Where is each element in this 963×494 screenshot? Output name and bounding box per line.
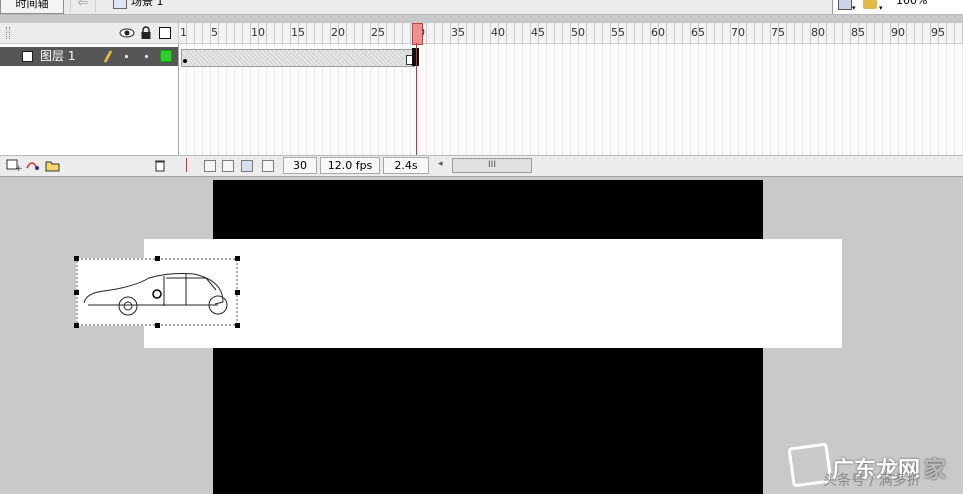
ruler-tick: 50 — [571, 26, 585, 39]
ruler-tick: 10 — [251, 26, 265, 39]
layer-type-icon — [22, 51, 33, 62]
edit-scene-dropdown-icon[interactable]: ▾ — [852, 4, 856, 12]
ruler-tick: 65 — [691, 26, 705, 39]
zoom-field[interactable]: 100% — [896, 0, 927, 8]
svg-text:+: + — [15, 164, 22, 172]
frame-span[interactable] — [181, 49, 415, 67]
ruler-tick: 40 — [491, 26, 505, 39]
onion-skin-icon[interactable] — [204, 160, 216, 172]
ruler-tick: 80 — [811, 26, 825, 39]
ruler-tick: 1 — [180, 26, 187, 39]
edit-symbol-icon[interactable] — [863, 0, 877, 9]
scene-icon — [113, 0, 127, 9]
selection-handle[interactable] — [74, 323, 79, 328]
edit-scene-icon[interactable] — [838, 0, 852, 10]
selection-handle[interactable] — [235, 290, 240, 295]
playhead[interactable] — [412, 23, 423, 45]
current-frame-field: 30 — [283, 157, 317, 174]
ruler-tick: 25 — [371, 26, 385, 39]
scroll-left-icon[interactable]: ◂ — [438, 159, 443, 169]
white-rectangle-shape[interactable] — [144, 239, 842, 348]
frame-rate-field[interactable]: 12.0 fps — [320, 157, 380, 174]
ruler-tick: 85 — [851, 26, 865, 39]
center-frame-icon[interactable] — [186, 158, 195, 172]
onion-skin-outlines-icon[interactable] — [222, 160, 234, 172]
ruler-tick: 55 — [611, 26, 625, 39]
pencil-icon — [103, 50, 113, 63]
outline-icon[interactable] — [159, 27, 171, 39]
add-layer-icon[interactable]: + — [6, 158, 22, 172]
keyframe-dot[interactable] — [183, 59, 187, 63]
elapsed-time-field: 2.4s — [383, 157, 429, 174]
selection-handle[interactable] — [74, 256, 79, 261]
ruler-tick: 90 — [891, 26, 905, 39]
ruler-tick: 45 — [531, 26, 545, 39]
horizontal-scrollbar-thumb[interactable]: III — [452, 158, 532, 173]
layer-name[interactable]: 图层 1 — [40, 48, 75, 64]
edit-multiple-frames-icon[interactable] — [241, 160, 253, 172]
scene-breadcrumb[interactable]: 场景 1 — [131, 0, 164, 9]
edit-symbol-dropdown-icon[interactable]: ▾ — [879, 4, 883, 12]
car-outline-icon — [76, 258, 238, 326]
layer-row[interactable] — [0, 47, 178, 66]
ruler-tick: 70 — [731, 26, 745, 39]
playhead-line — [416, 43, 417, 156]
ruler-tick: 20 — [331, 26, 345, 39]
eye-icon[interactable] — [119, 28, 135, 38]
watermark-subtitle: 头条号 / 满多折 — [823, 473, 921, 489]
timeline-toggle-button[interactable]: 时间轴 — [0, 0, 64, 14]
back-arrow-icon[interactable]: ⇐ — [70, 0, 96, 12]
add-folder-icon[interactable] — [45, 158, 61, 172]
lock-dot[interactable] — [145, 55, 148, 58]
trash-icon[interactable] — [153, 158, 167, 172]
selection-handle[interactable] — [155, 256, 160, 261]
visibility-dot[interactable] — [125, 55, 128, 58]
selection-handle[interactable] — [74, 290, 79, 295]
selection-handle[interactable] — [155, 323, 160, 328]
lock-icon[interactable] — [140, 26, 152, 40]
ruler-tick: 60 — [651, 26, 665, 39]
car-symbol-instance[interactable] — [76, 258, 238, 326]
modify-onion-markers-icon[interactable] — [262, 160, 274, 172]
ruler-tick: 75 — [771, 26, 785, 39]
add-guide-icon[interactable] — [25, 158, 43, 172]
ruler-tick: 5 — [211, 26, 218, 39]
frame-ruler[interactable]: 1 5 10 15 20 25 30 35 40 45 50 55 60 65 … — [179, 23, 963, 44]
ruler-tick: 35 — [451, 26, 465, 39]
ruler-tick: 15 — [291, 26, 305, 39]
outline-color-swatch[interactable] — [160, 50, 172, 62]
ruler-tick: 95 — [931, 26, 945, 39]
layer-header — [0, 23, 178, 44]
selection-handle[interactable] — [235, 323, 240, 328]
grip-icon[interactable] — [6, 27, 10, 39]
selection-handle[interactable] — [235, 256, 240, 261]
